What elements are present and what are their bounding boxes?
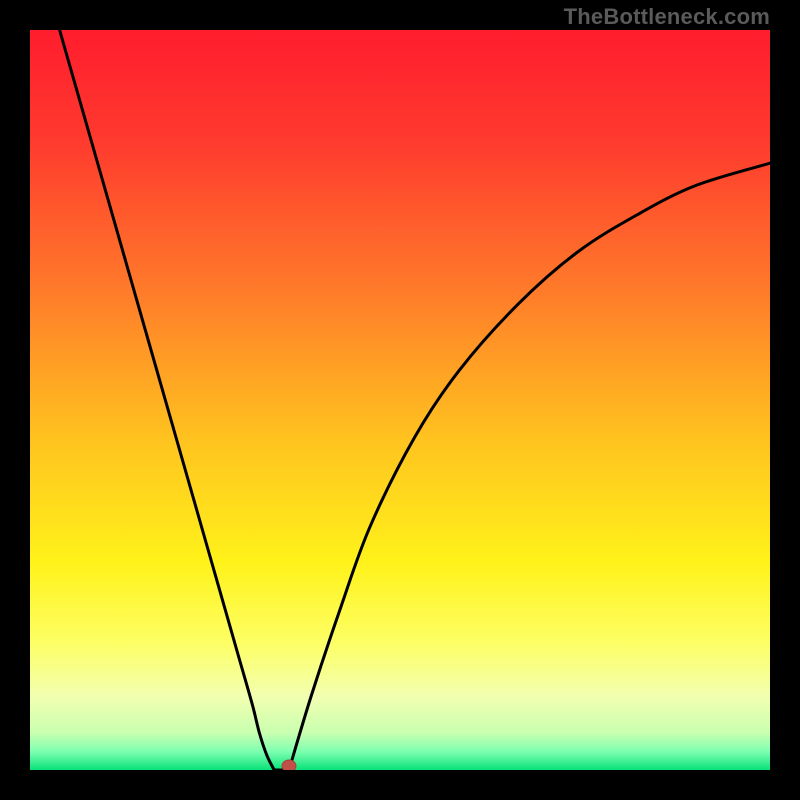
minimum-marker [282, 760, 296, 770]
plot-area [30, 30, 770, 770]
bottleneck-curve [30, 30, 770, 770]
watermark-text: TheBottleneck.com [564, 4, 770, 30]
curve-line [60, 30, 770, 770]
chart-frame: TheBottleneck.com [0, 0, 800, 800]
